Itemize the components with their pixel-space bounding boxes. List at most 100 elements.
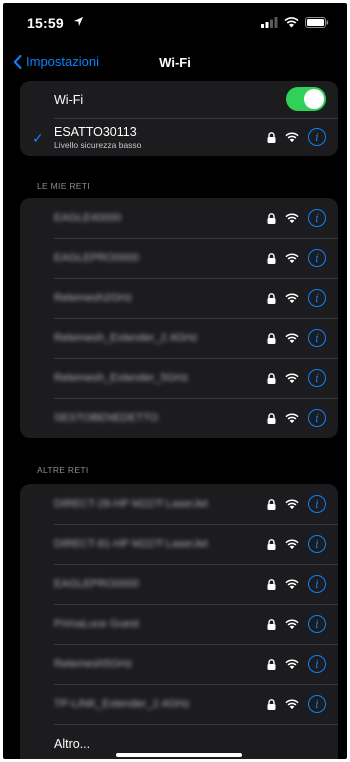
network-row[interactable]: Retemesh_Extender_5GHz i: [20, 358, 338, 398]
phone-screen: 15:59 Impostazioni Wi-Fi Wi-Fi ✓ ESATTO3…: [3, 3, 347, 759]
network-row[interactable]: SESTOBENEDETTO i: [20, 398, 338, 438]
network-row[interactable]: Retemesh5GHz i: [20, 644, 338, 684]
lock-icon: [267, 658, 276, 670]
info-icon[interactable]: i: [308, 695, 326, 713]
wifi-signal-icon: [285, 293, 299, 303]
network-status-icons: i: [267, 535, 326, 553]
network-row[interactable]: Retemesh2GHz i: [20, 278, 338, 318]
other-networks-group: DIRECT-28-HP M227f LaserJet i DIRECT-81-HP…: [20, 484, 338, 759]
connected-network-row[interactable]: ✓ ESATTO30113 Livello sicurezza basso i: [20, 118, 338, 156]
network-ssid: Retemesh_Extender_5GHz: [54, 372, 189, 384]
info-icon[interactable]: i: [308, 249, 326, 267]
status-time: 15:59: [27, 15, 64, 31]
status-bar: 15:59: [3, 3, 347, 43]
info-icon[interactable]: i: [308, 655, 326, 673]
network-ssid: DIRECT-28-HP M227f LaserJet: [54, 498, 208, 510]
wifi-signal-icon: [285, 699, 299, 709]
network-status-icons: i: [267, 128, 326, 146]
lock-icon: [267, 538, 276, 550]
info-icon[interactable]: i: [308, 209, 326, 227]
connected-ssid: ESATTO30113: [54, 124, 137, 139]
wifi-toggle-switch[interactable]: [286, 87, 326, 111]
wifi-toggle-row: Wi-Fi: [20, 81, 338, 118]
info-icon[interactable]: i: [308, 615, 326, 633]
info-icon[interactable]: i: [308, 289, 326, 307]
network-row[interactable]: DIRECT-28-HP M227f LaserJet i: [20, 484, 338, 524]
network-ssid: EAGLEPRO0000: [54, 578, 139, 590]
security-warning: Livello sicurezza basso: [54, 139, 142, 150]
lock-icon: [267, 252, 276, 264]
wifi-signal-icon: [285, 213, 299, 223]
lock-icon: [267, 372, 276, 384]
network-row[interactable]: EAGLE40000 i: [20, 198, 338, 238]
network-ssid: EAGLEPRO0000: [54, 252, 139, 264]
lock-icon: [267, 698, 276, 710]
network-ssid: EAGLE40000: [54, 212, 122, 224]
info-icon[interactable]: i: [308, 128, 326, 146]
home-indicator: [116, 753, 242, 757]
network-status-icons: i: [267, 369, 326, 387]
wifi-signal-icon: [285, 619, 299, 629]
wifi-signal-icon: [285, 333, 299, 343]
wifi-signal-icon: [285, 499, 299, 509]
battery-icon: [305, 17, 329, 28]
wifi-status-icon: [284, 17, 299, 28]
lock-icon: [267, 131, 276, 143]
wifi-signal-icon: [285, 132, 299, 142]
lock-icon: [267, 498, 276, 510]
info-icon[interactable]: i: [308, 535, 326, 553]
network-ssid: DIRECT-81-HP M227f LaserJet: [54, 538, 208, 550]
wifi-signal-icon: [285, 373, 299, 383]
page-title: Wi-Fi: [159, 55, 191, 70]
network-ssid: Retemesh2GHz: [54, 292, 133, 304]
wifi-main-group: Wi-Fi ✓ ESATTO30113 Livello sicurezza ba…: [20, 81, 338, 156]
network-status-icons: i: [267, 249, 326, 267]
network-ssid: SESTOBENEDETTO: [54, 412, 159, 424]
network-status-icons: i: [267, 495, 326, 513]
wifi-signal-icon: [285, 659, 299, 669]
network-status-icons: i: [267, 329, 326, 347]
other-network-label: Altro...: [54, 737, 91, 751]
checkmark-icon: ✓: [32, 130, 44, 146]
lock-icon: [267, 618, 276, 630]
wifi-signal-icon: [285, 539, 299, 549]
lock-icon: [267, 332, 276, 344]
wifi-signal-icon: [285, 253, 299, 263]
network-row[interactable]: TP-LINK_Extender_2.4GHz i: [20, 684, 338, 724]
network-row[interactable]: EAGLEPRO0000 i: [20, 564, 338, 604]
status-icons: [261, 17, 329, 28]
lock-icon: [267, 212, 276, 224]
network-row[interactable]: Retemesh_Extender_2.4GHz i: [20, 318, 338, 358]
network-status-icons: i: [267, 409, 326, 427]
lock-icon: [267, 292, 276, 304]
lock-icon: [267, 412, 276, 424]
wifi-signal-icon: [285, 579, 299, 589]
network-row[interactable]: EAGLEPRO0000 i: [20, 238, 338, 278]
network-status-icons: i: [267, 209, 326, 227]
info-icon[interactable]: i: [308, 369, 326, 387]
network-status-icons: i: [267, 655, 326, 673]
info-icon[interactable]: i: [308, 495, 326, 513]
network-ssid: PrimaLuce Guest: [54, 618, 139, 630]
network-ssid: TP-LINK_Extender_2.4GHz: [54, 698, 190, 710]
info-icon[interactable]: i: [308, 575, 326, 593]
cellular-signal-icon: [261, 17, 278, 28]
network-status-icons: i: [267, 695, 326, 713]
location-arrow-icon: [73, 16, 84, 27]
network-status-icons: i: [267, 289, 326, 307]
network-status-icons: i: [267, 615, 326, 633]
network-ssid: Retemesh5GHz: [54, 658, 133, 670]
info-icon[interactable]: i: [308, 409, 326, 427]
section-header-other-networks: ALTRE RETI: [37, 465, 89, 475]
section-header-my-networks: LE MIE RETI: [37, 181, 90, 191]
navigation-bar: Impostazioni Wi-Fi: [3, 47, 347, 77]
network-status-icons: i: [267, 575, 326, 593]
lock-icon: [267, 578, 276, 590]
my-networks-group: EAGLE40000 i EAGLEPRO0000 i Retemesh2GHz i Ret…: [20, 198, 338, 438]
network-ssid: Retemesh_Extender_2.4GHz: [54, 332, 198, 344]
network-row[interactable]: DIRECT-81-HP M227f LaserJet i: [20, 524, 338, 564]
info-icon[interactable]: i: [308, 329, 326, 347]
wifi-signal-icon: [285, 413, 299, 423]
network-row[interactable]: PrimaLuce Guest i: [20, 604, 338, 644]
wifi-toggle-label: Wi-Fi: [54, 92, 84, 107]
